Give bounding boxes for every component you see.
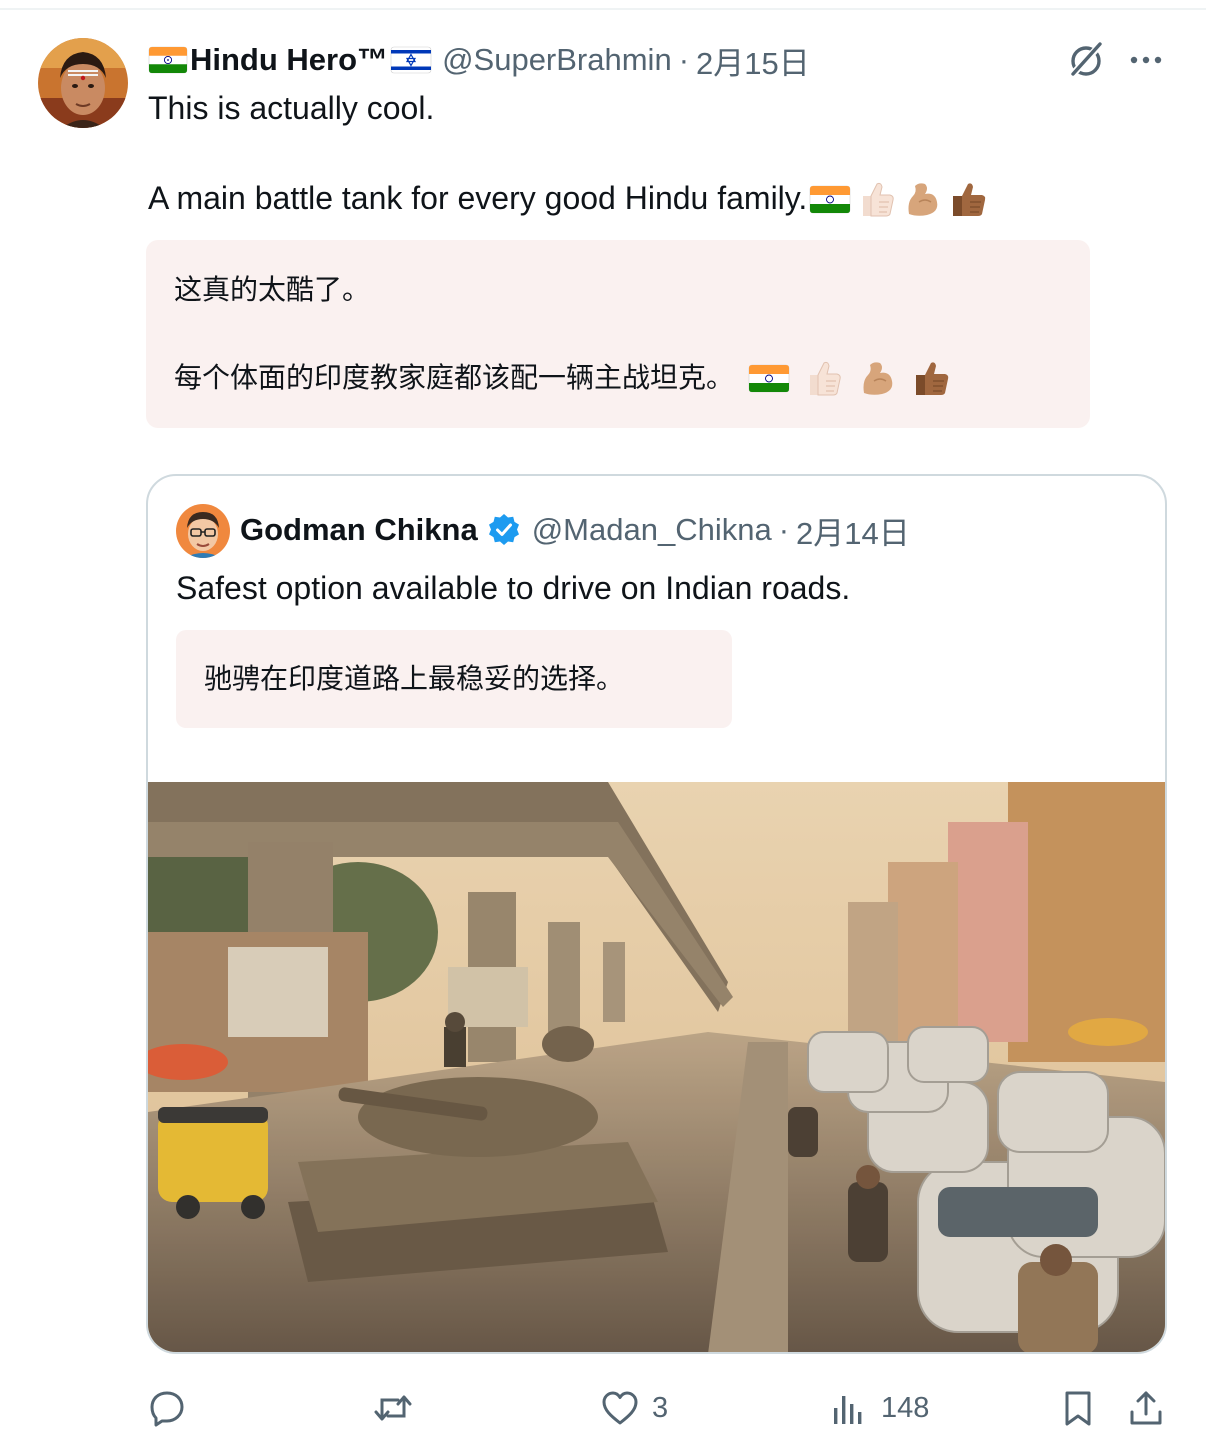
quoted-user-handle[interactable]: @Madan_Chikna xyxy=(532,512,772,548)
quoted-separator-dot: · xyxy=(778,512,790,547)
display-name[interactable]: Hindu Hero™ xyxy=(188,42,390,78)
thumbs-up-dark-icon xyxy=(916,362,949,395)
flexed-biceps-icon xyxy=(863,362,893,395)
repost-icon xyxy=(374,1395,412,1421)
action-bar: 3 148 xyxy=(0,1380,1206,1436)
translation-line-2-row: 每个体面的印度教家庭都该配一辆主战坦克。 xyxy=(174,356,1062,400)
views-count: 148 xyxy=(881,1391,930,1424)
separator-dot: · xyxy=(678,42,690,77)
grok-icon[interactable] xyxy=(1066,40,1106,80)
quoted-post-text: Safest option available to drive on Indi… xyxy=(176,570,851,606)
share-icon xyxy=(1130,1391,1162,1425)
india-flag-icon xyxy=(748,364,790,393)
thumbs-up-light-icon xyxy=(810,361,841,396)
post-date[interactable]: 2月15日 xyxy=(696,38,810,83)
quoted-post-image[interactable] xyxy=(148,782,1165,1352)
india-flag-icon xyxy=(148,46,188,74)
reply-button[interactable] xyxy=(147,1380,199,1436)
views-icon xyxy=(834,1396,862,1424)
quoted-post[interactable]: Godman Chikna @Madan_Chikna · 2月14日 Safe… xyxy=(146,474,1167,1354)
verified-badge-icon[interactable] xyxy=(486,512,522,548)
translation-line-2: 每个体面的印度教家庭都该配一辆主战坦克。 xyxy=(174,361,735,394)
reply-icon xyxy=(150,1391,184,1427)
views-button[interactable]: 148 xyxy=(829,1380,929,1436)
post-text-line-2-row: A main battle tank for every good Hindu … xyxy=(148,176,1108,221)
translation-line-1: 这真的太酷了。 xyxy=(174,273,371,306)
post-text: This is actually cool. A main battle tan… xyxy=(148,86,1108,221)
quoted-avatar-image xyxy=(176,504,230,558)
share-button[interactable] xyxy=(1126,1380,1166,1436)
avatar-image xyxy=(38,38,128,128)
thumbs-up-light-icon xyxy=(863,182,894,216)
translation-emoji-group xyxy=(748,357,952,399)
top-divider xyxy=(0,8,1206,10)
like-count: 3 xyxy=(652,1391,669,1424)
heart-icon xyxy=(602,1391,638,1425)
avatar[interactable] xyxy=(38,38,128,128)
quoted-display-name[interactable]: Godman Chikna xyxy=(240,512,478,548)
thumbs-up-dark-icon xyxy=(953,182,986,216)
repost-button[interactable] xyxy=(373,1380,425,1436)
street-scene-image xyxy=(148,782,1165,1352)
quoted-translation-box: 驰骋在印度道路上最稳妥的选择。 xyxy=(176,630,732,728)
user-handle[interactable]: @SuperBrahmin xyxy=(442,42,672,78)
post-text-line-1: This is actually cool. xyxy=(148,90,435,126)
india-flag-icon xyxy=(809,185,851,213)
post-header: Hindu Hero™ @SuperBrahmin · 2月15日 xyxy=(148,38,810,82)
flexed-biceps-icon xyxy=(908,182,938,216)
quoted-avatar[interactable] xyxy=(176,504,230,558)
israel-flag-icon xyxy=(390,46,432,74)
emoji-group xyxy=(809,178,989,220)
post-text-line-2: A main battle tank for every good Hindu … xyxy=(148,180,808,216)
like-button[interactable]: 3 xyxy=(600,1380,668,1436)
translation-box: 这真的太酷了。 每个体面的印度教家庭都该配一辆主战坦克。 xyxy=(146,240,1090,428)
bookmark-button[interactable] xyxy=(1058,1380,1098,1436)
more-icon[interactable] xyxy=(1126,46,1166,74)
quoted-post-date[interactable]: 2月14日 xyxy=(796,508,910,553)
bookmark-icon xyxy=(1065,1391,1091,1426)
quoted-post-header: Godman Chikna @Madan_Chikna · 2月14日 xyxy=(240,508,910,552)
